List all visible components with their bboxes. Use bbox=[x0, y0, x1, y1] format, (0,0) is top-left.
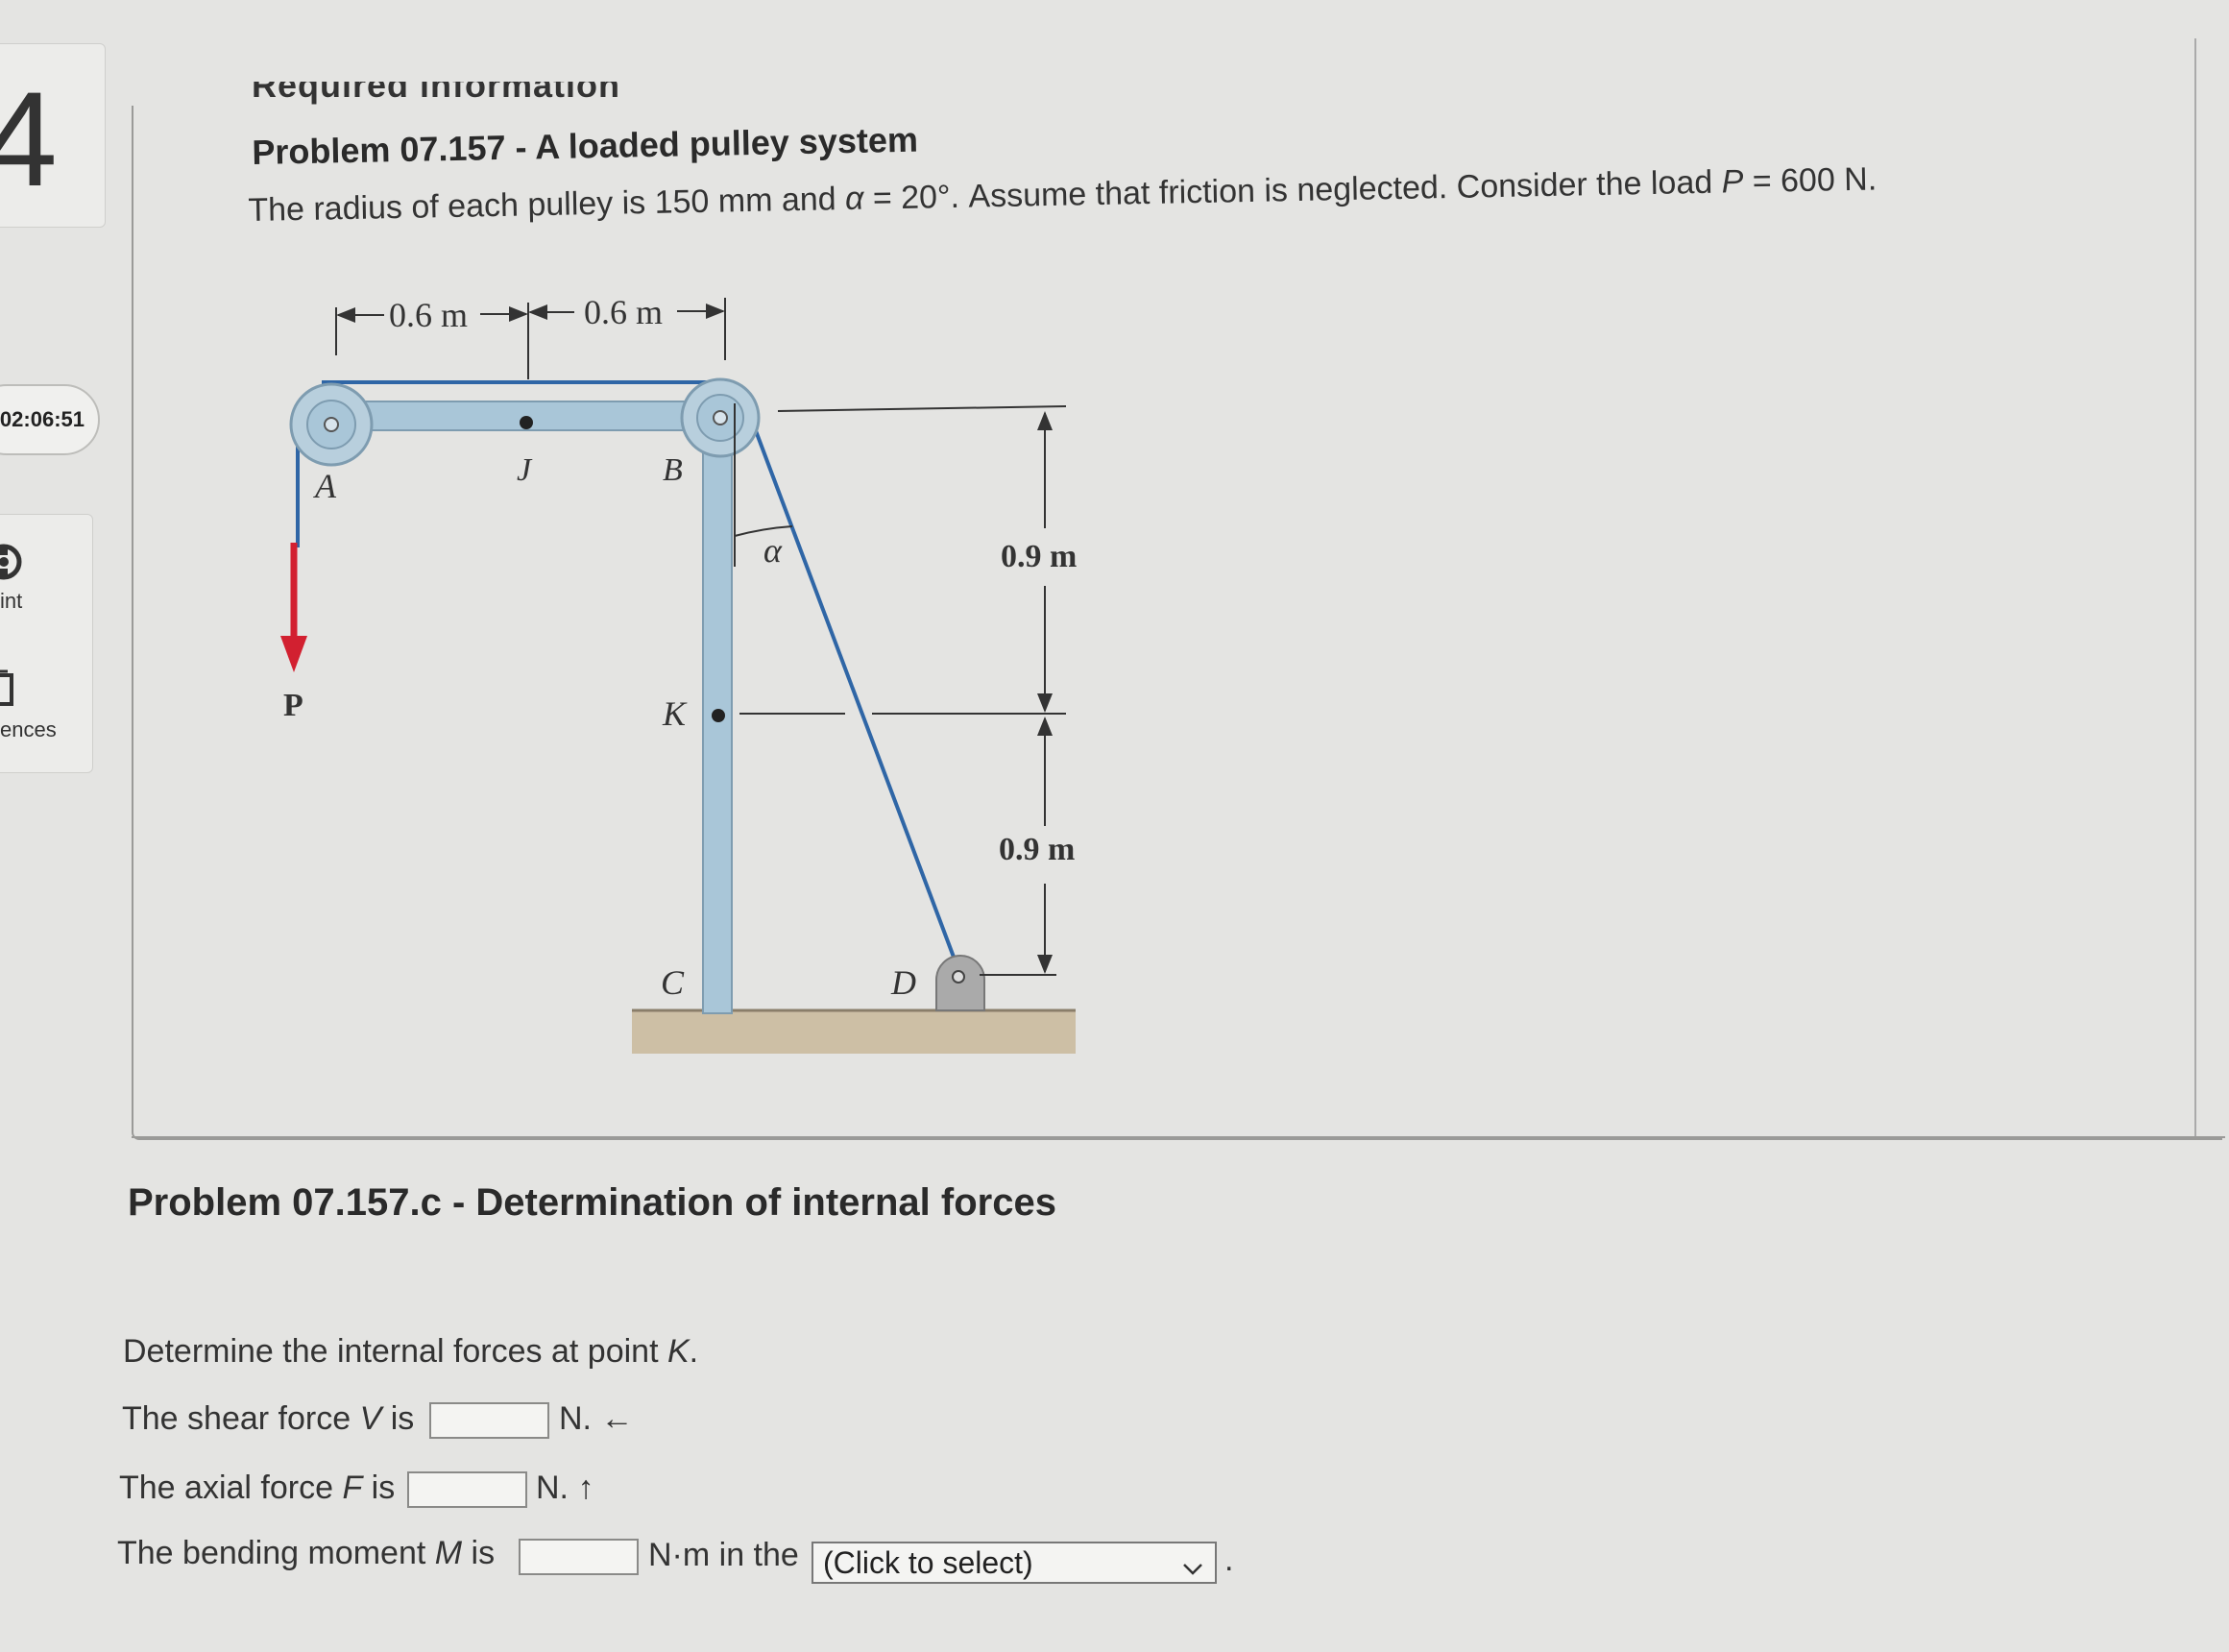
references-label[interactable]: ences bbox=[0, 717, 57, 742]
part-subtitle: Problem 07.157.c - Determination of inte… bbox=[128, 1181, 1056, 1224]
timer-badge: 02:06:51 bbox=[0, 384, 100, 455]
dim-lower-vertical: 0.9 m bbox=[999, 832, 1075, 867]
bending-moment-input[interactable] bbox=[519, 1539, 639, 1575]
pulley-system-diagram: 0.6 m 0.6 m α 0.9 m 0.9 m A J B P K C D bbox=[280, 293, 1077, 1054]
right-dimension-lines bbox=[739, 405, 1067, 976]
label-j: J bbox=[517, 452, 533, 488]
cable bbox=[296, 380, 962, 976]
label-b: B bbox=[663, 452, 683, 488]
label-p: P bbox=[283, 688, 303, 723]
panel-right-border bbox=[2194, 38, 2196, 1138]
label-c: C bbox=[661, 963, 685, 1002]
dim-left-label: 0.6 m bbox=[389, 296, 468, 334]
moment-direction-select[interactable]: (Click to select) bbox=[812, 1542, 1217, 1584]
label-a: A bbox=[313, 467, 337, 505]
axial-force-input[interactable] bbox=[407, 1471, 527, 1508]
direction-select-value: (Click to select) bbox=[823, 1545, 1033, 1580]
pulley-a bbox=[289, 382, 374, 467]
hint-label[interactable]: int bbox=[0, 589, 22, 614]
shear-force-unit: N. ← bbox=[559, 1400, 634, 1437]
timer-text: 02:06:51 bbox=[0, 407, 85, 431]
pulley-b bbox=[680, 377, 761, 458]
references-icon[interactable] bbox=[0, 668, 29, 716]
shear-force-label: The shear force V is bbox=[122, 1400, 415, 1437]
p-symbol: P bbox=[1721, 163, 1744, 201]
axial-force-label: The axial force F is bbox=[119, 1470, 396, 1506]
alpha-symbol: α bbox=[844, 180, 864, 218]
trailing-period: . bbox=[1224, 1542, 1234, 1578]
axial-force-unit: N. ↑ bbox=[536, 1470, 594, 1506]
ground bbox=[632, 1010, 1076, 1054]
hint-icon[interactable] bbox=[0, 538, 31, 591]
dim-upper-vertical: 0.9 m bbox=[1001, 539, 1077, 574]
bending-moment-label: The bending moment M is bbox=[117, 1535, 496, 1571]
point-k bbox=[712, 709, 725, 722]
instruction-line: Determine the internal forces at point K… bbox=[123, 1333, 699, 1370]
point-j bbox=[520, 416, 533, 429]
label-d: D bbox=[890, 963, 916, 1002]
required-info-heading: Required information bbox=[252, 82, 621, 105]
panel-bottom-border bbox=[132, 1136, 2225, 1138]
chevron-down-icon bbox=[1180, 1551, 1205, 1590]
dim-right-label: 0.6 m bbox=[584, 293, 663, 331]
load-arrow-head bbox=[280, 636, 307, 672]
alpha-label: α bbox=[763, 531, 783, 570]
question-number: 4 bbox=[0, 63, 58, 214]
bending-moment-unit: N·m in the bbox=[648, 1537, 799, 1573]
shear-force-input[interactable] bbox=[429, 1402, 549, 1439]
label-k: K bbox=[662, 694, 688, 733]
